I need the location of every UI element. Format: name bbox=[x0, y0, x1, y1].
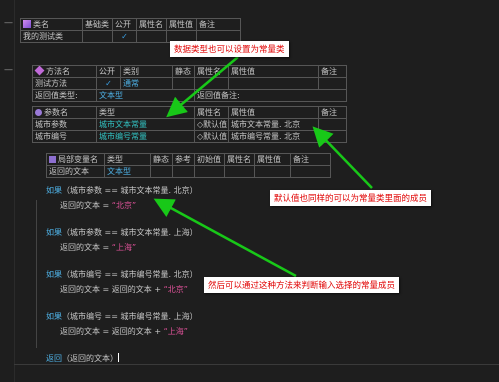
arrow-to-code bbox=[153, 198, 297, 278]
annotation-note: 数据类型也可以设置为常量类 bbox=[170, 41, 289, 57]
arrow-to-default-value bbox=[312, 126, 373, 189]
annotation-note: 然后可以通过这种方法来判断输入选择的常量成员 bbox=[204, 277, 400, 293]
annotation-note: 默认值也同样的可以为常量类里面的成员 bbox=[270, 190, 432, 206]
arrow-to-type-column bbox=[166, 56, 239, 118]
